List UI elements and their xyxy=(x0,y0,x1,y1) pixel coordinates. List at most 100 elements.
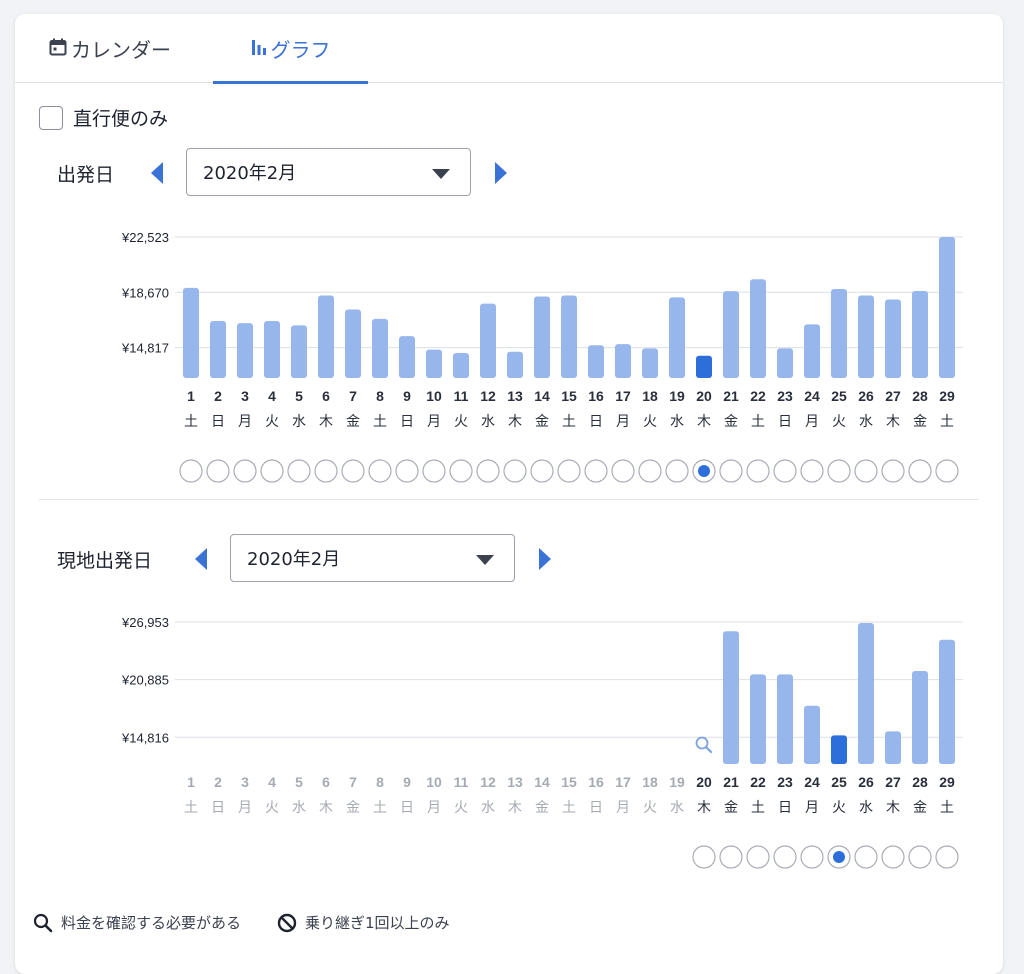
day-number[interactable]: 6 xyxy=(322,388,330,404)
day-radio[interactable] xyxy=(935,459,959,483)
price-bar[interactable] xyxy=(750,674,766,764)
price-bar[interactable] xyxy=(399,336,415,378)
day-radio[interactable] xyxy=(746,459,770,483)
day-radio[interactable] xyxy=(368,459,392,483)
day-radio[interactable] xyxy=(773,459,797,483)
day-radio[interactable] xyxy=(800,845,824,869)
day-radio[interactable] xyxy=(584,459,608,483)
price-bar[interactable] xyxy=(804,705,820,764)
day-number[interactable]: 1 xyxy=(187,774,195,790)
day-number[interactable]: 25 xyxy=(831,774,847,790)
day-number[interactable]: 18 xyxy=(642,388,658,404)
day-radio[interactable] xyxy=(773,845,797,869)
price-bar[interactable] xyxy=(669,297,685,378)
day-radio[interactable] xyxy=(530,459,554,483)
day-number[interactable]: 4 xyxy=(268,388,276,404)
day-number[interactable]: 5 xyxy=(295,774,303,790)
day-radio[interactable] xyxy=(503,459,527,483)
price-bar[interactable] xyxy=(939,639,955,764)
day-number[interactable]: 23 xyxy=(777,388,793,404)
price-bar[interactable] xyxy=(210,321,226,378)
day-number[interactable]: 24 xyxy=(804,388,820,404)
price-bar[interactable] xyxy=(588,345,604,378)
price-bar[interactable] xyxy=(750,279,766,378)
day-number[interactable]: 8 xyxy=(376,774,384,790)
day-radio[interactable] xyxy=(854,459,878,483)
day-number[interactable]: 19 xyxy=(669,388,685,404)
day-radio[interactable] xyxy=(287,459,311,483)
day-number[interactable]: 29 xyxy=(939,774,955,790)
day-number[interactable]: 18 xyxy=(642,774,658,790)
day-radio[interactable] xyxy=(476,459,500,483)
price-bar[interactable] xyxy=(831,289,847,378)
day-radio[interactable] xyxy=(395,459,419,483)
price-bar[interactable] xyxy=(345,309,361,378)
day-radio[interactable] xyxy=(665,459,689,483)
day-radio[interactable] xyxy=(179,459,203,483)
day-number[interactable]: 22 xyxy=(750,388,766,404)
day-number[interactable]: 9 xyxy=(403,774,411,790)
day-radio[interactable] xyxy=(908,845,932,869)
day-number[interactable]: 12 xyxy=(480,388,496,404)
price-bar[interactable] xyxy=(723,631,739,764)
price-bar[interactable] xyxy=(264,321,280,378)
price-bar[interactable] xyxy=(777,674,793,764)
day-number[interactable]: 2 xyxy=(214,388,222,404)
price-bar[interactable] xyxy=(426,349,442,378)
price-bar[interactable] xyxy=(831,735,847,764)
day-number[interactable]: 15 xyxy=(561,388,577,404)
day-number[interactable]: 27 xyxy=(885,774,901,790)
day-number[interactable]: 20 xyxy=(696,774,712,790)
day-number[interactable]: 29 xyxy=(939,388,955,404)
day-radio[interactable] xyxy=(935,845,959,869)
day-number[interactable]: 28 xyxy=(912,388,928,404)
price-bar[interactable] xyxy=(642,348,658,378)
day-number[interactable]: 10 xyxy=(426,774,442,790)
day-number[interactable]: 4 xyxy=(268,774,276,790)
price-bar[interactable] xyxy=(885,299,901,378)
day-radio[interactable] xyxy=(746,845,770,869)
day-radio[interactable] xyxy=(692,845,716,869)
day-number[interactable]: 17 xyxy=(615,774,631,790)
day-number[interactable]: 7 xyxy=(349,388,357,404)
price-bar[interactable] xyxy=(939,237,955,378)
day-number[interactable]: 24 xyxy=(804,774,820,790)
day-radio[interactable] xyxy=(341,459,365,483)
price-bar[interactable] xyxy=(534,296,550,378)
price-bar[interactable] xyxy=(912,671,928,764)
day-radio[interactable] xyxy=(422,459,446,483)
price-bar[interactable] xyxy=(237,323,253,378)
price-bar[interactable] xyxy=(858,622,874,764)
day-radio[interactable] xyxy=(881,845,905,869)
day-number[interactable]: 13 xyxy=(507,774,523,790)
day-number[interactable]: 25 xyxy=(831,388,847,404)
day-number[interactable]: 20 xyxy=(696,388,712,404)
day-radio[interactable] xyxy=(638,459,662,483)
day-radio[interactable] xyxy=(449,459,473,483)
day-number[interactable]: 22 xyxy=(750,774,766,790)
price-bar[interactable] xyxy=(912,291,928,378)
day-radio[interactable] xyxy=(314,459,338,483)
day-radio[interactable] xyxy=(908,459,932,483)
price-bar[interactable] xyxy=(723,291,739,378)
day-number[interactable]: 23 xyxy=(777,774,793,790)
day-number[interactable]: 6 xyxy=(322,774,330,790)
day-radio[interactable] xyxy=(827,459,851,483)
day-number[interactable]: 28 xyxy=(912,774,928,790)
day-number[interactable]: 15 xyxy=(561,774,577,790)
day-number[interactable]: 1 xyxy=(187,388,195,404)
day-radio[interactable] xyxy=(206,459,230,483)
price-bar[interactable] xyxy=(507,351,523,378)
day-number[interactable]: 19 xyxy=(669,774,685,790)
price-bar[interactable] xyxy=(291,325,307,378)
day-number[interactable]: 13 xyxy=(507,388,523,404)
day-radio[interactable] xyxy=(800,459,824,483)
day-number[interactable]: 9 xyxy=(403,388,411,404)
price-bar[interactable] xyxy=(561,295,577,378)
day-number[interactable]: 5 xyxy=(295,388,303,404)
day-radio[interactable] xyxy=(233,459,257,483)
price-bar[interactable] xyxy=(615,344,631,378)
day-radio[interactable] xyxy=(260,459,284,483)
price-bar[interactable] xyxy=(804,324,820,378)
day-radio[interactable] xyxy=(854,845,878,869)
